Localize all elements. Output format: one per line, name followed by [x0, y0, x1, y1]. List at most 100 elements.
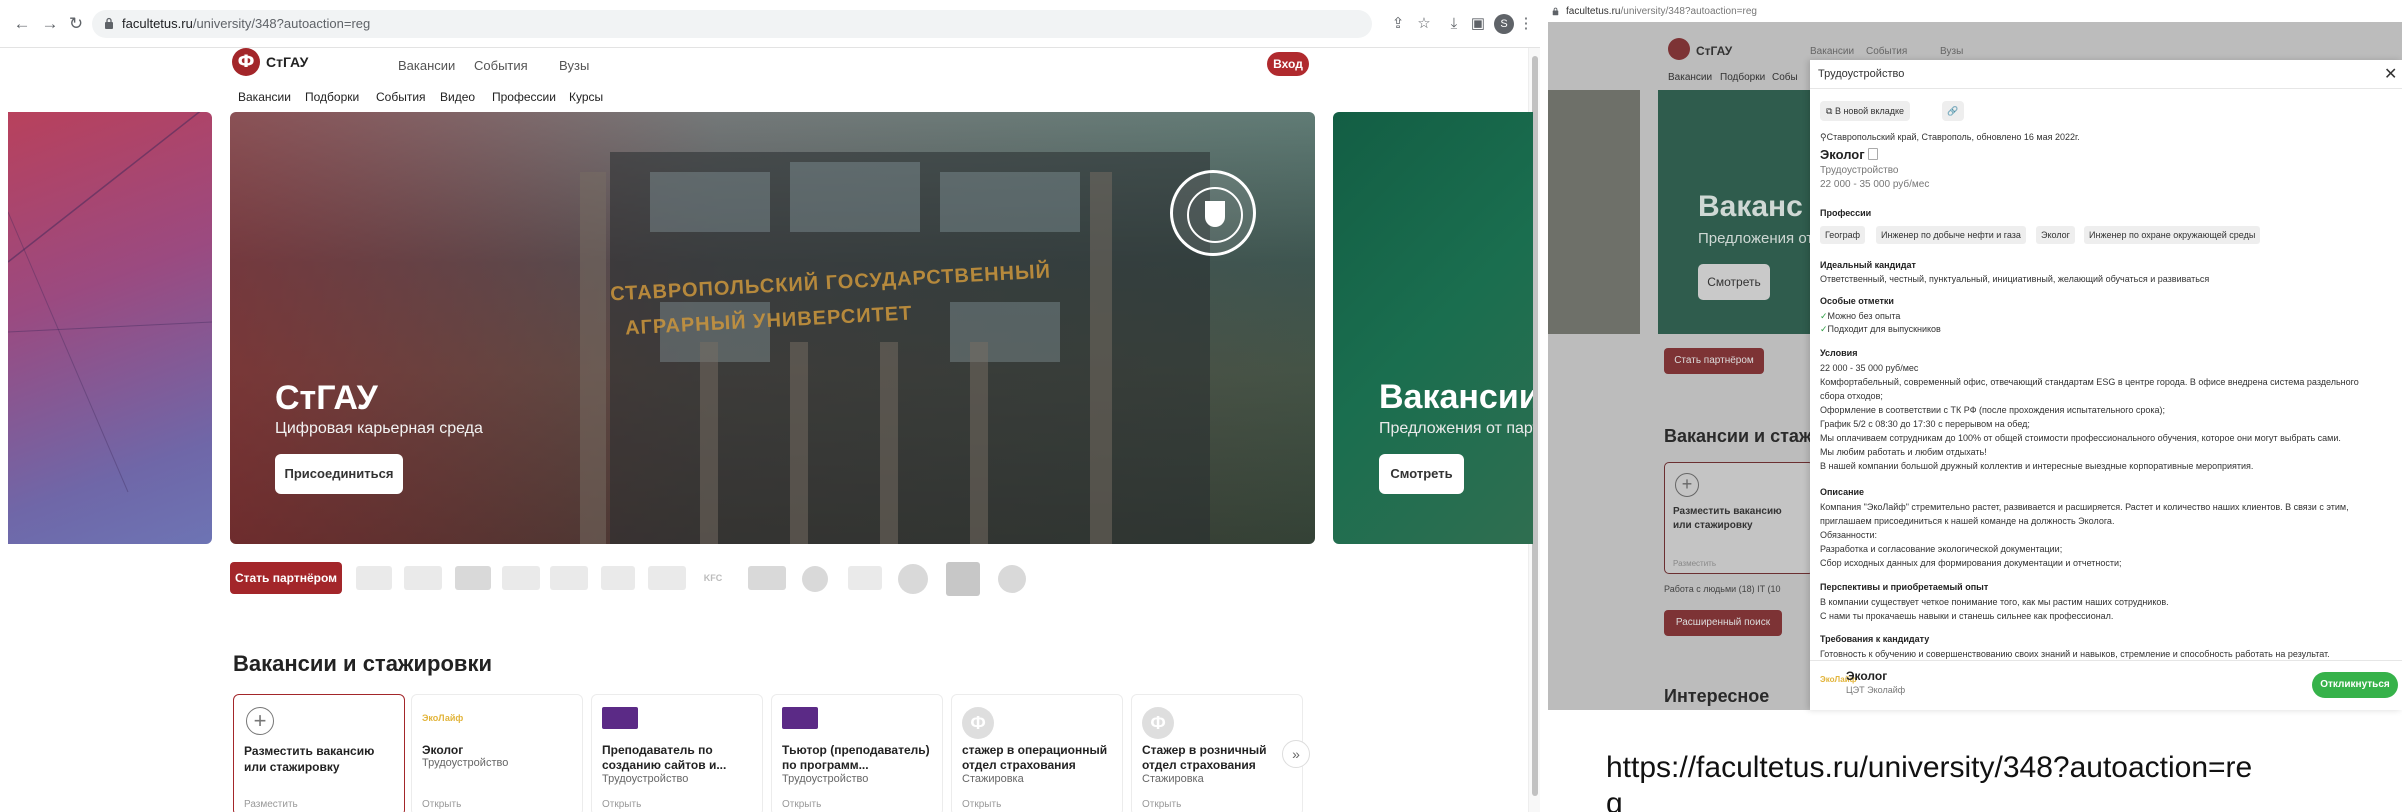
view-button: Смотреть	[1698, 264, 1770, 300]
partner-logo[interactable]	[848, 566, 882, 590]
close-icon[interactable]: ✕	[2384, 64, 2397, 84]
vacancy-type: Трудоустройство	[422, 757, 509, 769]
open-new-tab-button[interactable]: ⧉ В новой вкладке	[1820, 101, 1911, 121]
subnav-video[interactable]: Видео	[440, 90, 475, 104]
job-type: Трудоустройство	[1820, 165, 1899, 176]
conditions-line: График 5/2 с 08:30 до 17:30 с перерывом …	[1820, 419, 2030, 429]
profession-chip[interactable]: Инженер по охране окружающей среды	[2084, 226, 2261, 244]
site-name[interactable]: СтГАУ	[266, 54, 308, 70]
subnav-events[interactable]: События	[376, 90, 426, 104]
caption-url: https://facultetus.ru/university/348?aut…	[1606, 750, 2252, 812]
slide-title: Ваканс	[1698, 190, 1803, 223]
vacancy-open: Открыть	[962, 799, 1002, 810]
section-title: Вакансии и стаж	[1664, 426, 1812, 446]
vacancy-card[interactable]: Тьютор (преподаватель) по программ... Тр…	[771, 694, 943, 812]
next-slide[interactable]: Вакансии Предложения от партнеров Смотре…	[1333, 112, 1533, 544]
company-logo	[602, 707, 638, 729]
profession-chip[interactable]: Эколог	[2036, 226, 2075, 244]
prospects-heading: Перспективы и приобретаемый опыт	[1820, 582, 1989, 592]
partner-logo[interactable]	[946, 562, 980, 596]
background-slide	[1548, 90, 1640, 334]
topnav-events[interactable]: События	[474, 58, 528, 73]
star-icon[interactable]: ☆	[1414, 14, 1434, 34]
partner-logo[interactable]	[601, 566, 635, 590]
description-heading: Описание	[1820, 487, 1865, 497]
company-logo: ЭкоЛайф	[422, 713, 464, 723]
side-panel-icon[interactable]: ▣	[1468, 14, 1488, 34]
pin-icon: ⚲	[1820, 132, 1827, 142]
panel-footer: ЭкоЛайф Эколог ЦЭТ Эколайф Откликнуться	[1810, 660, 2402, 710]
copy-link-icon[interactable]: 🔗	[1942, 101, 1964, 121]
subnav-vacancies[interactable]: Вакансии	[238, 90, 291, 104]
previous-slide[interactable]	[8, 112, 212, 544]
view-button[interactable]: Смотреть	[1379, 454, 1464, 494]
vacancy-title: стажер в операционный отдел страхования	[962, 743, 1108, 772]
section-title-interesting: Интересное	[1664, 686, 1770, 706]
description-line: Обязанности:	[1820, 530, 1878, 540]
vacancy-card[interactable]: Преподаватель по созданию сайтов и... Тр…	[591, 694, 763, 812]
left-browser-window: ← → ↻ facultetus.ru/university/348?autoa…	[0, 0, 1540, 812]
back-icon[interactable]: ←	[12, 14, 32, 34]
partner-logo[interactable]	[648, 566, 686, 590]
partner-logo[interactable]	[802, 566, 828, 592]
address-bar[interactable]: facultetus.ru/university/348?autoaction=…	[1548, 0, 2402, 22]
partner-logo[interactable]	[898, 564, 928, 594]
menu-dots-icon[interactable]: ⋮	[1516, 14, 1536, 34]
vacancy-card[interactable]: Ф стажер в операционный отдел страховани…	[951, 694, 1123, 812]
subnav-professions[interactable]: Профессии	[492, 90, 556, 104]
hero-title: СтГАУ	[275, 379, 378, 417]
carousel-next-icon[interactable]: »	[1282, 740, 1310, 768]
vacancy-open: Открыть	[602, 799, 642, 810]
share-icon[interactable]: ⇪	[1388, 14, 1408, 34]
join-button[interactable]: Присоединиться	[275, 454, 403, 494]
partner-logo[interactable]	[356, 566, 392, 590]
partner-logo[interactable]	[404, 566, 442, 590]
company-logo: Ф	[1142, 707, 1174, 739]
apply-button[interactable]: Откликнуться	[2312, 672, 2398, 698]
partner-logo[interactable]	[550, 566, 588, 590]
profession-chip[interactable]: Географ	[1820, 226, 1865, 244]
description-line: приглашаем присоединиться к нашей команд…	[1820, 516, 2115, 526]
topnav-vacancies: Вакансии	[1810, 46, 1855, 57]
description-line: Разработка и согласование экологической …	[1820, 544, 2063, 554]
url-text: facultetus.ru/university/348?autoaction=…	[1566, 6, 1757, 17]
add-vacancy-card[interactable]: + Разместить вакансию или стажировку Раз…	[233, 694, 405, 812]
become-partner-button[interactable]: Стать партнёром	[230, 562, 342, 594]
caption-url-line2: g	[1606, 787, 1623, 812]
address-bar[interactable]: facultetus.ru/university/348?autoaction=…	[92, 10, 1372, 38]
plus-icon: +	[1675, 473, 1699, 497]
topnav-vacancies[interactable]: Вакансии	[398, 58, 455, 73]
site-logo-icon[interactable]: Ф	[232, 48, 260, 76]
subnav-courses[interactable]: Курсы	[569, 90, 603, 104]
vacancy-card[interactable]: Ф Стажер в розничный отдел страхования С…	[1131, 694, 1303, 812]
reload-icon[interactable]: ↻	[66, 14, 86, 34]
partner-logo[interactable]	[748, 566, 786, 590]
subnav-events: Собы	[1772, 72, 1798, 83]
login-button[interactable]: Вход	[1267, 52, 1309, 76]
add-vacancy-card: + Разместить вакансию или стажировку Раз…	[1664, 462, 1814, 574]
url-text: facultetus.ru/university/348?autoaction=…	[122, 16, 371, 31]
vacancy-card[interactable]: ЭкоЛайф Эколог Трудоустройство Открыть	[411, 694, 583, 812]
lock-icon	[1552, 7, 1559, 16]
partner-logo-kfc[interactable]: KFC	[702, 566, 724, 590]
hero-subtitle: Цифровая карьерная среда	[275, 420, 483, 437]
subnav-collections[interactable]: Подборки	[305, 90, 359, 104]
download-icon[interactable]: ⤓	[1444, 14, 1464, 34]
partner-logo[interactable]	[455, 566, 491, 590]
profile-avatar[interactable]: S	[1494, 14, 1514, 34]
vacancy-open: Открыть	[422, 799, 462, 810]
forward-icon[interactable]: →	[40, 14, 60, 34]
special-heading: Особые отметки	[1820, 296, 1894, 306]
description-line: Сбор исходных данных для формирования до…	[1820, 558, 2122, 568]
partner-logo[interactable]	[998, 565, 1026, 593]
profession-chip[interactable]: Инженер по добыче нефти и газа	[1876, 226, 2026, 244]
add-vacancy-label: Разместить вакансию или стажировку	[244, 744, 375, 774]
vacancy-type: Трудоустройство	[602, 773, 689, 785]
vacancy-type: Стажировка	[962, 773, 1024, 785]
vacancy-title: Тьютор (преподаватель) по программ...	[782, 743, 930, 772]
partner-logo[interactable]	[502, 566, 540, 590]
topnav-universities[interactable]: Вузы	[559, 58, 589, 73]
become-partner-button: Стать партнёром	[1664, 348, 1764, 374]
next-slide-subtitle: Предложения от партнеров	[1379, 420, 1533, 437]
bookmark-icon[interactable]	[1868, 148, 1878, 160]
